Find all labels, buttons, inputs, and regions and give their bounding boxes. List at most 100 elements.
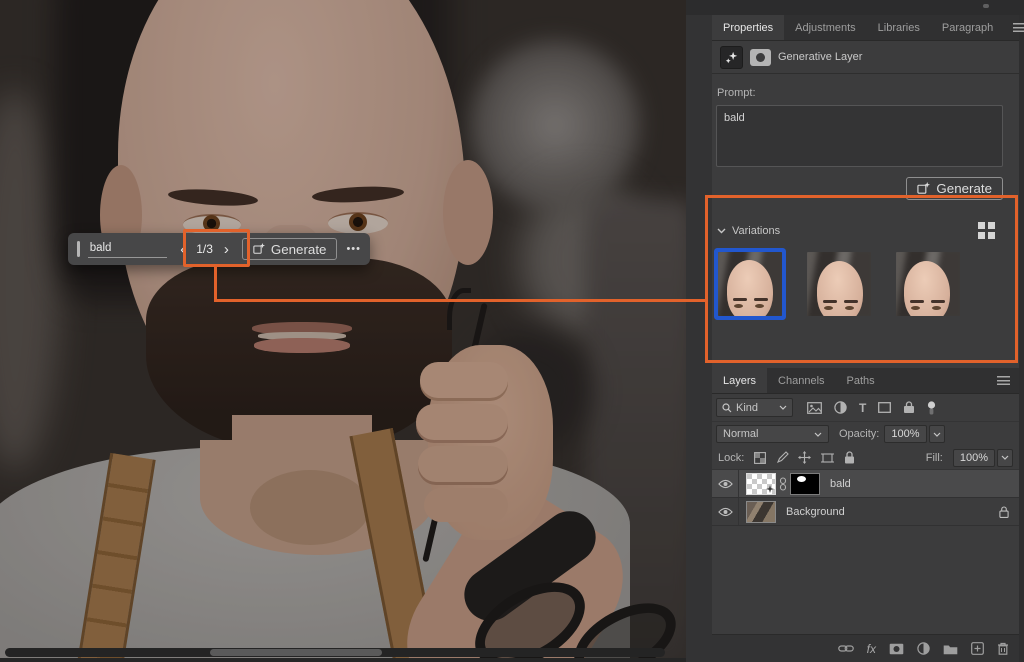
add-layer-mask-icon[interactable] <box>889 643 904 655</box>
taskbar-drag-handle[interactable] <box>77 241 80 257</box>
visibility-toggle[interactable] <box>712 470 739 497</box>
filter-toggle-switch[interactable] <box>927 401 936 415</box>
panel-menu-button[interactable] <box>1004 15 1024 40</box>
layer-effects-icon[interactable]: fx <box>867 642 876 656</box>
link-layers-icon[interactable] <box>838 644 854 653</box>
blend-mode-value: Normal <box>723 428 758 440</box>
eye-icon <box>718 507 733 517</box>
properties-tabbar: Properties Adjustments Libraries Paragra… <box>712 15 1019 41</box>
tab-layers[interactable]: Layers <box>712 368 767 393</box>
grid-view-icon[interactable] <box>978 222 995 239</box>
sparkle-icon <box>766 485 774 493</box>
tab-properties[interactable]: Properties <box>712 15 784 40</box>
horizontal-scrollbar-thumb[interactable] <box>210 649 382 656</box>
new-layer-icon[interactable] <box>971 642 984 655</box>
workspace-gutter <box>686 0 712 662</box>
filter-smart-objects-icon[interactable] <box>903 401 915 414</box>
eye-icon <box>718 479 733 489</box>
variation-thumbnail-2[interactable] <box>807 252 871 316</box>
layers-tabbar: Layers Channels Paths <box>712 368 1019 394</box>
generate-icon <box>917 182 930 195</box>
lock-position-move-icon[interactable] <box>798 451 811 464</box>
filter-shape-layers-icon[interactable] <box>878 402 891 413</box>
opacity-value-field[interactable]: 100% <box>884 425 926 443</box>
panel-menu-button[interactable] <box>988 368 1019 393</box>
variations-thumbnails <box>718 252 1019 316</box>
lock-pixels-brush-icon[interactable] <box>776 452 788 464</box>
layers-footer-toolbar: fx <box>712 634 1019 662</box>
fill-value-field[interactable]: 100% <box>953 449 995 467</box>
generate-icon <box>253 243 265 255</box>
filter-adjustment-layers-icon[interactable] <box>834 401 847 414</box>
tab-channels[interactable]: Channels <box>767 368 835 393</box>
tab-paragraph[interactable]: Paragraph <box>931 15 1004 40</box>
opacity-dropdown-button[interactable] <box>929 425 945 443</box>
menu-icon <box>1013 23 1024 32</box>
chevron-down-icon[interactable] <box>717 228 726 234</box>
variation-thumbnail-1[interactable] <box>718 252 782 316</box>
fill-dropdown-button[interactable] <box>997 449 1013 467</box>
lock-label: Lock: <box>718 452 744 464</box>
delete-layer-trash-icon[interactable] <box>997 642 1009 655</box>
variation-thumbnail-3[interactable] <box>896 252 960 316</box>
kind-filter-select[interactable]: Kind <box>716 398 793 417</box>
properties-panel: Properties Adjustments Libraries Paragra… <box>712 15 1019 368</box>
visibility-toggle[interactable] <box>712 498 739 525</box>
filter-pixel-layers-icon[interactable] <box>807 402 822 414</box>
prompt-label: Prompt: <box>717 87 1019 99</box>
tab-adjustments[interactable]: Adjustments <box>784 15 867 40</box>
window-right-edge <box>1019 15 1024 662</box>
layer-row-bald[interactable]: bald <box>712 470 1019 498</box>
blend-mode-select[interactable]: Normal <box>716 425 829 443</box>
background-layer-thumbnail[interactable] <box>746 501 776 523</box>
panel-drag-handle[interactable] <box>983 4 989 8</box>
layer-filter-row: Kind T <box>712 394 1019 421</box>
lock-icon <box>999 506 1009 518</box>
photoshop-window: Properties Adjustments Libraries Paragra… <box>0 0 1024 662</box>
lock-artboard-icon[interactable] <box>821 452 834 464</box>
layer-name[interactable]: bald <box>830 478 851 490</box>
layer-row-background[interactable]: Background <box>712 498 1019 526</box>
panel-top-strip <box>686 0 1024 15</box>
new-adjustment-layer-icon[interactable] <box>917 642 930 655</box>
filter-type-layers-icon[interactable]: T <box>859 402 866 414</box>
generate-button[interactable]: Generate <box>906 177 1003 200</box>
layer-locked-badge <box>999 506 1009 518</box>
generative-sparkle-icon <box>720 46 743 69</box>
layers-panel: Layers Channels Paths Kind T Normal <box>712 368 1019 662</box>
taskbar-generate-label: Generate <box>271 242 327 257</box>
kind-label: Kind <box>736 402 758 414</box>
fill-label: Fill: <box>926 452 943 464</box>
annotation-connector-horizontal <box>214 299 705 302</box>
previous-variation-button[interactable]: ‹ <box>180 242 185 257</box>
lock-row: Lock: Fill: 100% <box>712 446 1019 470</box>
canvas-bottom-strip <box>0 658 686 662</box>
generative-layer-thumbnail[interactable] <box>746 473 776 495</box>
taskbar-prompt-input[interactable]: bald <box>88 241 168 258</box>
variations-header: Variations <box>717 222 1019 239</box>
next-variation-button[interactable]: › <box>224 242 229 257</box>
layer-mask-thumbnail[interactable] <box>790 473 820 495</box>
search-icon <box>722 403 732 413</box>
tab-libraries[interactable]: Libraries <box>867 15 931 40</box>
lock-all-icon[interactable] <box>844 451 855 464</box>
lock-transparency-icon[interactable] <box>754 452 766 464</box>
variations-title: Variations <box>732 225 780 237</box>
layers-empty-area[interactable] <box>712 526 1019 634</box>
layer-name[interactable]: Background <box>786 506 845 518</box>
generate-button-label: Generate <box>936 181 992 196</box>
tab-paths[interactable]: Paths <box>836 368 886 393</box>
taskbar-generate-button[interactable]: Generate <box>242 238 338 260</box>
mask-link-icon[interactable] <box>779 477 787 491</box>
new-group-folder-icon[interactable] <box>943 643 958 655</box>
fill-value: 100% <box>960 452 988 464</box>
chevron-down-icon <box>814 432 822 437</box>
opacity-value: 100% <box>891 428 919 440</box>
blend-row: Normal Opacity: 100% <box>712 421 1019 446</box>
document-canvas[interactable] <box>0 0 686 662</box>
more-options-button[interactable]: ••• <box>346 243 361 255</box>
canvas-dim-overlay <box>0 0 686 662</box>
layer-type-label: Generative Layer <box>778 51 862 63</box>
chevron-down-icon <box>1001 455 1009 460</box>
prompt-textarea[interactable]: bald <box>716 105 1003 167</box>
